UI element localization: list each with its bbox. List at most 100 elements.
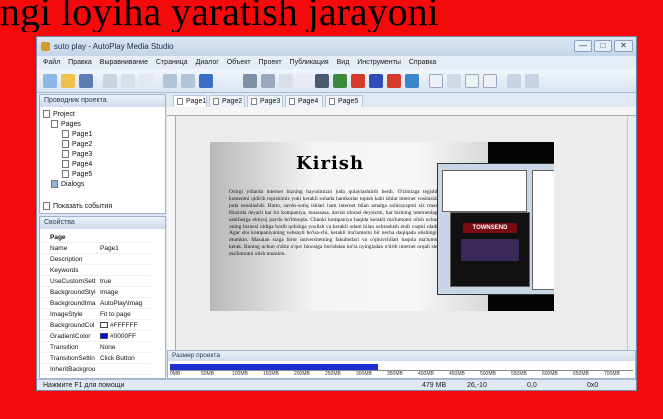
blue-swatch (100, 333, 108, 340)
maximize-button[interactable]: □ (594, 40, 612, 52)
project-size-panel: Размер проекта 0MB 50MB 100MB 150MB 200M… (167, 350, 636, 379)
page-icon (251, 98, 257, 105)
project-explorer-title: Проводник проекта (40, 95, 165, 107)
slide-screenshot-image[interactable]: TOWNSEND (437, 163, 554, 295)
size-tick: 500MB (480, 371, 496, 377)
size-tick: 50MB (201, 371, 215, 377)
menu-bar: Файл Правка Выравнивание Страница Диалог… (37, 56, 636, 69)
tree-pages[interactable]: Pages (51, 120, 81, 130)
prop-row[interactable]: BackgroundStyl Image (40, 287, 150, 298)
pages-icon (51, 120, 58, 129)
props-section-page: Page (40, 232, 150, 243)
menu-object[interactable]: Объект (227, 56, 251, 69)
menu-dialog[interactable]: Диалог (196, 56, 219, 69)
screenshot-browser: TOWNSEND (450, 212, 530, 287)
slide-paragraph[interactable]: Oxirgi yillarda internet bizning hayotim… (229, 189, 439, 258)
prop-row[interactable]: UseCustomSett true (40, 276, 150, 287)
page-icon (62, 140, 69, 149)
copy-icon[interactable] (121, 74, 135, 88)
project-icon (43, 110, 50, 119)
tree-project[interactable]: Project (43, 110, 75, 120)
page-icon (329, 98, 335, 105)
app-window: suto play - AutoPlay Media Studio — □ ✕ … (36, 36, 637, 391)
size-tick: 650MB (573, 371, 589, 377)
checkbox-icon[interactable] (429, 74, 443, 88)
prop-row[interactable]: Description (40, 254, 150, 265)
menu-project[interactable]: Проект (259, 56, 282, 69)
page-tabs: Page1 Page2 Page3 Page4 Page5 (167, 94, 636, 107)
size-tick: 550MB (511, 371, 527, 377)
tab-page5[interactable]: Page5 (325, 95, 363, 107)
show-events-checkbox[interactable]: Показать события (43, 202, 112, 212)
prop-row[interactable]: Name Page1 (40, 243, 150, 254)
menu-view[interactable]: Вид (337, 56, 350, 69)
project-size-scale: 0MB 50MB 100MB 150MB 200MB 250MB 300MB 3… (170, 370, 633, 378)
video-icon[interactable] (333, 74, 347, 88)
tab-page1[interactable]: Page1 (173, 95, 207, 107)
tab-page4[interactable]: Page4 (285, 95, 323, 107)
radio-icon[interactable] (447, 74, 461, 88)
page-icon (177, 98, 183, 105)
web-icon[interactable] (351, 74, 365, 88)
prop-row[interactable]: GradientColor #0000FF (40, 331, 150, 342)
listbox-icon[interactable] (483, 74, 497, 88)
prop-row[interactable]: InheritBackgrou (40, 364, 150, 375)
pdf-icon[interactable] (369, 74, 383, 88)
combobox-icon[interactable] (465, 74, 479, 88)
screenshot-banner: TOWNSEND (463, 223, 517, 233)
minimize-button[interactable]: — (574, 40, 592, 52)
checkbox-icon (43, 202, 50, 211)
tree-page3[interactable]: Page3 (62, 150, 92, 160)
xbutton-icon[interactable] (387, 74, 401, 88)
tree-dialogs[interactable]: Dialogs (51, 180, 84, 190)
cut-icon[interactable] (103, 74, 117, 88)
paste-icon[interactable] (139, 74, 153, 88)
status-cursor-coords: 26,-10 (467, 382, 487, 389)
canvas-vertical-scrollbar[interactable] (627, 116, 636, 351)
page-canvas[interactable]: Kirish Oxirgi yillarda internet bizning … (176, 116, 627, 351)
tab-page3[interactable]: Page3 (247, 95, 283, 107)
status-dimensions: 0x0 (587, 382, 599, 389)
size-tick: 400MB (418, 371, 434, 377)
tree-page4[interactable]: Page4 (62, 160, 92, 170)
menu-edit[interactable]: Правка (68, 56, 92, 69)
size-tick: 350MB (387, 371, 403, 377)
grid-icon[interactable] (507, 74, 521, 88)
prop-row[interactable]: ImageStyle Fit to page (40, 309, 150, 320)
title-bar: suto play - AutoPlay Media Studio — □ ✕ (37, 37, 636, 56)
menu-publish[interactable]: Публикация (290, 56, 329, 69)
prop-row[interactable]: BackgroundCol #FFFFFF (40, 320, 150, 331)
prop-row[interactable]: TransitionSettin Click Button (40, 353, 150, 364)
menu-tools[interactable]: Инструменты (357, 56, 401, 69)
size-tick: 100MB (232, 371, 248, 377)
tree-page5[interactable]: Page5 (62, 170, 92, 180)
prop-row[interactable]: Transition None (40, 342, 150, 353)
image-icon[interactable] (297, 74, 311, 88)
prop-row[interactable]: Keywords (40, 265, 150, 276)
open-folder-icon[interactable] (61, 74, 75, 88)
slide[interactable]: Kirish Oxirgi yillarda internet bizning … (210, 142, 554, 311)
input-icon[interactable] (405, 74, 419, 88)
preview-icon[interactable] (199, 74, 213, 88)
undo-icon[interactable] (163, 74, 177, 88)
wand-icon[interactable] (43, 74, 57, 88)
flash-icon[interactable] (315, 74, 329, 88)
slide-title[interactable]: Kirish (296, 153, 364, 174)
label-icon[interactable] (261, 74, 275, 88)
tree-page1[interactable]: Page1 (62, 130, 92, 140)
redo-icon[interactable] (181, 74, 195, 88)
menu-page[interactable]: Страница (156, 56, 188, 69)
tree-page2[interactable]: Page2 (62, 140, 92, 150)
size-tick: 0MB (170, 371, 181, 377)
tree-icon[interactable] (525, 74, 539, 88)
tab-page2[interactable]: Page2 (209, 95, 245, 107)
prop-row[interactable]: BackgroundIma AutoPlay\Imag (40, 298, 150, 309)
screenshot-photo (461, 239, 519, 261)
save-icon[interactable] (79, 74, 93, 88)
menu-help[interactable]: Справка (409, 56, 436, 69)
close-button[interactable]: ✕ (614, 40, 633, 52)
menu-align[interactable]: Выравнивание (100, 56, 148, 69)
paragraph-icon[interactable] (279, 74, 293, 88)
button-icon[interactable] (243, 74, 257, 88)
menu-file[interactable]: Файл (43, 56, 60, 69)
